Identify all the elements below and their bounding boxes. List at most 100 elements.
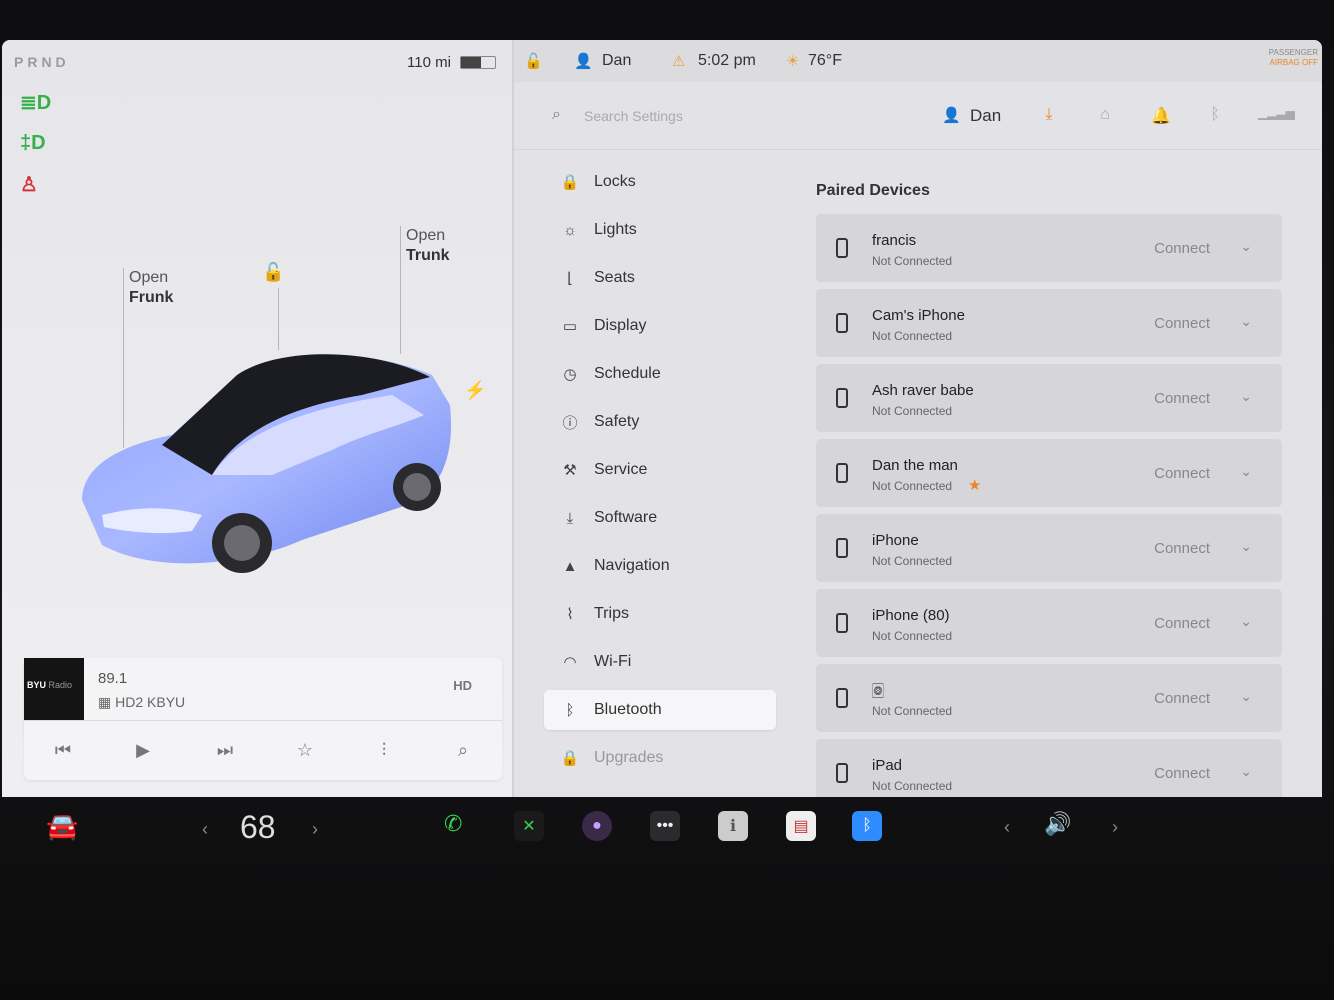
connect-button[interactable]: Connect <box>1154 690 1210 707</box>
device-status: Not Connected <box>872 479 953 493</box>
menu-item-safety[interactable]: ⓘ Safety <box>544 398 776 446</box>
download-icon: ⤓ <box>566 509 574 527</box>
connect-button[interactable]: Connect <box>1154 240 1210 257</box>
notification-bell-icon[interactable]: 🔔 <box>1150 106 1172 126</box>
calendar-app-icon[interactable]: ▤ <box>786 811 816 841</box>
device-status: Not Connected <box>872 629 953 643</box>
radio-frequency: 89.1 <box>98 670 128 687</box>
menu-item-trips[interactable]: ⌇ Trips <box>544 590 776 638</box>
cabin-temperature[interactable]: 68 <box>240 809 276 846</box>
device-name: 🀙 <box>872 682 884 699</box>
media-search-icon[interactable]: ⌕ <box>448 740 478 761</box>
profile-icon[interactable]: 👤 <box>942 106 961 124</box>
paired-device-row[interactable]: Dan the man Not Connected ★ Connect ⌄ <box>816 439 1282 507</box>
chevron-down-icon[interactable]: ⌄ <box>1240 388 1252 405</box>
more-apps-icon[interactable]: ••• <box>650 811 680 841</box>
phone-icon[interactable]: ✆ <box>444 811 462 845</box>
menu-item-navigation[interactable]: ▲ Navigation <box>544 542 776 590</box>
unlock-icon[interactable]: 🔓 <box>262 262 284 283</box>
connect-button[interactable]: Connect <box>1154 540 1210 557</box>
menu-item-label: Navigation <box>594 557 670 574</box>
open-trunk-button[interactable]: Open Trunk <box>406 226 450 266</box>
menu-item-label: Upgrades <box>594 749 664 766</box>
paired-devices-title: Paired Devices <box>816 182 930 199</box>
bluetooth-status-icon[interactable]: ᛒ <box>1204 106 1226 124</box>
play-icon[interactable]: ▶ <box>128 740 158 761</box>
previous-track-icon[interactable]: ⏮ <box>48 740 78 761</box>
connect-button[interactable]: Connect <box>1154 465 1210 482</box>
settings-menu: 🔒 Locks ☼ Lights ⌊ Seats ▭ Display ◷ Schedule ⓘ Saf… <box>544 158 776 782</box>
chevron-down-icon[interactable]: ⌄ <box>1240 238 1252 255</box>
menu-item-lights[interactable]: ☼ Lights <box>544 206 776 254</box>
favorite-star-icon[interactable]: ☆ <box>290 740 320 761</box>
menu-item-label: Locks <box>594 173 636 190</box>
menu-item-service[interactable]: ⚒ Service <box>544 446 776 494</box>
menu-item-wifi[interactable]: ◠ Wi-Fi <box>544 638 776 686</box>
paired-device-row[interactable]: Cam's iPhone Not Connected Connect ⌄ <box>816 289 1282 357</box>
navigation-icon: ▲ <box>562 557 578 575</box>
station-logo-text: BYU <box>27 680 47 690</box>
volume-icon[interactable]: 🔊 <box>1044 811 1071 845</box>
safety-icon: ⓘ <box>562 414 578 432</box>
homelink-icon[interactable]: ⌂ <box>1094 106 1116 124</box>
chevron-down-icon[interactable]: ⌄ <box>1240 613 1252 630</box>
paired-device-row[interactable]: Ash raver babe Not Connected Connect ⌄ <box>816 364 1282 432</box>
car-icon[interactable]: 🚘 <box>46 811 78 845</box>
equalizer-icon[interactable]: ⫶ <box>369 740 399 761</box>
next-track-icon[interactable]: ⏭ <box>210 740 240 761</box>
paired-device-row[interactable]: iPhone (80) Not Connected Connect ⌄ <box>816 589 1282 657</box>
menu-item-display[interactable]: ▭ Display <box>544 302 776 350</box>
menu-item-locks[interactable]: 🔒 Locks <box>544 158 776 206</box>
status-bar: 🔓 👤 Dan ⚠ 5:02 pm ☀ 76°F PASSENGER AIRBA… <box>514 40 1322 82</box>
car-panel: PRND 110 mi ≣D ‡D ♙ Open Frunk Open Trun… <box>2 40 512 797</box>
manual-app-icon[interactable]: ℹ <box>718 811 748 841</box>
volume-down-chevron-icon[interactable]: ‹ <box>1004 817 1010 851</box>
profile-name[interactable]: Dan <box>970 106 1001 126</box>
menu-item-schedule[interactable]: ◷ Schedule <box>544 350 776 398</box>
chevron-down-icon[interactable]: ⌄ <box>1240 763 1252 780</box>
bluetooth-app-icon[interactable]: ᛒ <box>852 811 882 841</box>
connect-button[interactable]: Connect <box>1154 390 1210 407</box>
connect-button[interactable]: Connect <box>1154 315 1210 332</box>
alert-icon: ⚠ <box>672 53 686 70</box>
menu-item-label: Lights <box>594 221 637 238</box>
connect-button[interactable]: Connect <box>1154 765 1210 782</box>
chevron-down-icon[interactable]: ⌄ <box>1240 538 1252 555</box>
paired-device-row[interactable]: 🀙 Not Connected Connect ⌄ <box>816 664 1282 732</box>
status-user[interactable]: Dan <box>602 52 631 70</box>
temp-down-chevron-icon[interactable]: ‹ <box>202 819 208 853</box>
device-name: iPhone (80) <box>872 607 950 624</box>
range-readout: 110 mi <box>407 54 451 71</box>
open-frunk-button[interactable]: Open Frunk <box>129 268 173 308</box>
favorite-star-icon[interactable]: ★ <box>968 476 981 494</box>
menu-item-seats[interactable]: ⌊ Seats <box>544 254 776 302</box>
paired-device-row[interactable]: francis Not Connected Connect ⌄ <box>816 214 1282 282</box>
menu-item-upgrades[interactable]: 🔒 Upgrades <box>544 734 776 782</box>
paired-device-row[interactable]: iPhone Not Connected Connect ⌄ <box>816 514 1282 582</box>
menu-item-label: Seats <box>594 269 635 286</box>
camera-app-icon[interactable]: ● <box>582 811 612 841</box>
chevron-down-icon[interactable]: ⌄ <box>1240 313 1252 330</box>
chevron-down-icon[interactable]: ⌄ <box>1240 463 1252 480</box>
menu-item-label: Display <box>594 317 647 334</box>
settings-panel: 🔓 👤 Dan ⚠ 5:02 pm ☀ 76°F PASSENGER AIRBA… <box>512 40 1322 797</box>
temp-up-chevron-icon[interactable]: › <box>312 819 318 853</box>
search-icon[interactable]: ⌕ <box>552 106 561 124</box>
charge-port-icon[interactable]: ⚡ <box>464 380 486 401</box>
menu-item-bluetooth[interactable]: ᛒ Bluetooth <box>544 690 776 730</box>
paired-device-row[interactable]: iPad Not Connected Connect ⌄ <box>816 739 1282 797</box>
menu-item-software[interactable]: ⤓ Software <box>544 494 776 542</box>
chevron-down-icon[interactable]: ⌄ <box>1240 688 1252 705</box>
search-settings-input[interactable] <box>584 104 844 128</box>
device-name: iPad <box>872 757 903 774</box>
volume-up-chevron-icon[interactable]: › <box>1112 817 1118 851</box>
download-icon[interactable]: ⤓ <box>1038 106 1060 124</box>
connect-button[interactable]: Connect <box>1154 615 1210 632</box>
outside-temp: 76°F <box>808 52 842 69</box>
xbox-app-icon[interactable]: ✕ <box>514 811 544 841</box>
station-logo: BYU Radio <box>24 658 84 720</box>
menu-item-label: Schedule <box>594 365 661 382</box>
user-icon: 👤 <box>574 53 593 70</box>
media-player: BYU Radio 89.1 ▦ HD2 KBYU HD ⏮ ▶ ⏭ ☆ ⫶ ⌕ <box>24 658 502 780</box>
upgrades-icon: 🔒 <box>560 750 580 767</box>
